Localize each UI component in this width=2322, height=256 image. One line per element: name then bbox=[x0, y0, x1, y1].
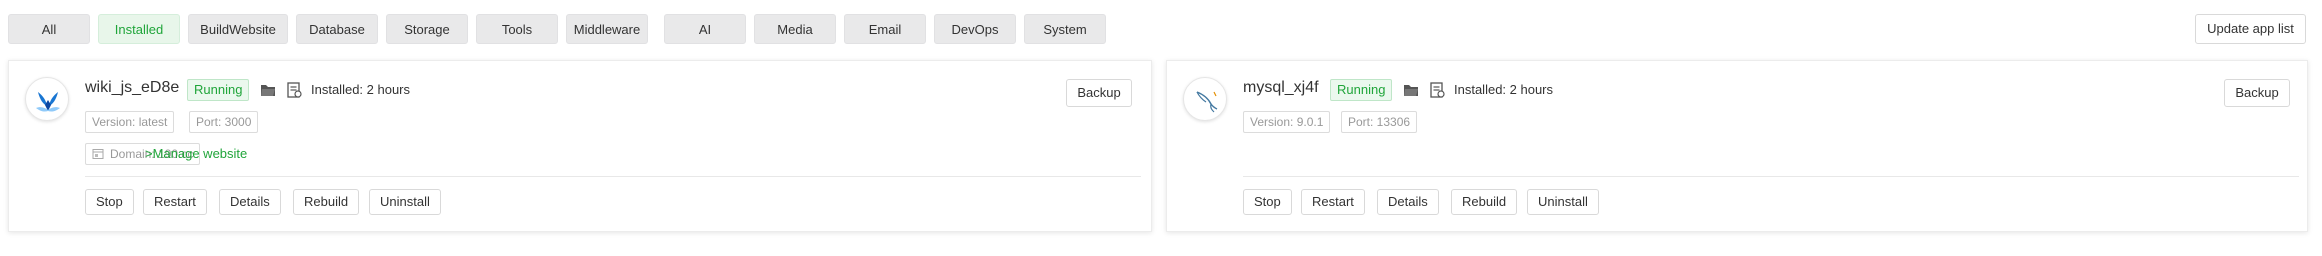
port-tag: Port: 3000 bbox=[189, 111, 259, 133]
tab-storage[interactable]: Storage bbox=[386, 14, 468, 44]
stop-button[interactable]: Stop bbox=[1243, 189, 1292, 215]
tab-database[interactable]: Database bbox=[296, 14, 378, 44]
version-tag: Version: latest bbox=[85, 111, 175, 133]
manage-website-link[interactable]: >Manage website bbox=[145, 146, 247, 161]
log-icon[interactable] bbox=[1428, 81, 1446, 99]
tab-all[interactable]: All bbox=[8, 14, 90, 44]
rebuild-button[interactable]: Rebuild bbox=[293, 189, 360, 215]
backup-button[interactable]: Backup bbox=[1066, 79, 1132, 107]
tab-buildwebsite[interactable]: BuildWebsite bbox=[188, 14, 288, 44]
mysql-logo-icon bbox=[1183, 77, 1227, 121]
app-name: wiki_js_eD8e bbox=[85, 79, 180, 96]
backup-button[interactable]: Backup bbox=[2224, 79, 2290, 107]
tab-tools[interactable]: Tools bbox=[476, 14, 558, 44]
tab-devops[interactable]: DevOps bbox=[934, 14, 1016, 44]
rebuild-button[interactable]: Rebuild bbox=[1451, 189, 1518, 215]
tab-ai[interactable]: AI bbox=[664, 14, 746, 44]
installed-time: Installed: 2 hours bbox=[311, 82, 411, 97]
folder-icon[interactable] bbox=[259, 81, 277, 99]
app-card-wikijs: wiki_js_eD8e Running Installed: 2 hours … bbox=[8, 60, 1152, 232]
installed-time: Installed: 2 hours bbox=[1454, 82, 1554, 97]
uninstall-button[interactable]: Uninstall bbox=[369, 189, 441, 215]
port-tag: Port: 13306 bbox=[1341, 111, 1418, 133]
uninstall-button[interactable]: Uninstall bbox=[1527, 189, 1599, 215]
domain-icon bbox=[92, 149, 104, 159]
tab-email[interactable]: Email bbox=[844, 14, 926, 44]
folder-icon[interactable] bbox=[1402, 81, 1420, 99]
app-card-mysql: mysql_xj4f Running Installed: 2 hours Ve… bbox=[1166, 60, 2308, 232]
log-icon[interactable] bbox=[285, 81, 303, 99]
details-button[interactable]: Details bbox=[219, 189, 281, 215]
status-badge: Running bbox=[1330, 79, 1393, 101]
details-button[interactable]: Details bbox=[1377, 189, 1439, 215]
tab-media[interactable]: Media bbox=[754, 14, 836, 44]
wikijs-logo-icon bbox=[25, 77, 69, 121]
tab-installed[interactable]: Installed bbox=[98, 14, 180, 44]
restart-button[interactable]: Restart bbox=[143, 189, 207, 215]
divider bbox=[85, 176, 1141, 177]
divider bbox=[1243, 176, 2299, 177]
stop-button[interactable]: Stop bbox=[85, 189, 134, 215]
restart-button[interactable]: Restart bbox=[1301, 189, 1365, 215]
status-badge: Running bbox=[187, 79, 250, 101]
tab-system[interactable]: System bbox=[1024, 14, 1106, 44]
version-tag: Version: 9.0.1 bbox=[1243, 111, 1331, 133]
update-app-list-button[interactable]: Update app list bbox=[2195, 14, 2306, 44]
app-name: mysql_xj4f bbox=[1243, 79, 1319, 96]
tab-middleware[interactable]: Middleware bbox=[566, 14, 648, 44]
